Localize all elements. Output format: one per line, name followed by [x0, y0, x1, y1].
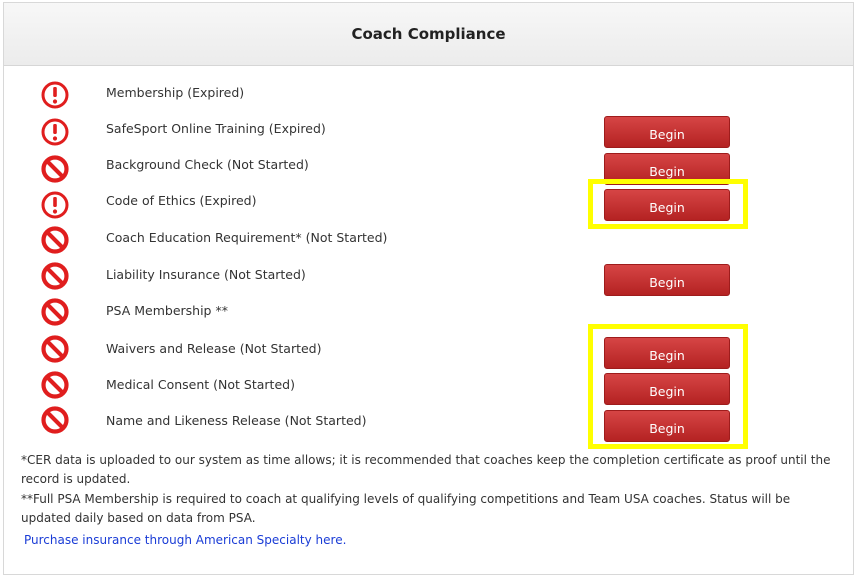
requirement-label: Coach Education Requirement* (Not Starte… — [106, 230, 388, 245]
prohibited-icon — [40, 154, 70, 184]
requirement-label: Liability Insurance (Not Started) — [106, 267, 306, 282]
begin-button[interactable]: Begin — [604, 189, 730, 221]
begin-button[interactable]: Begin — [604, 337, 730, 369]
requirement-label: Waivers and Release (Not Started) — [106, 341, 322, 356]
begin-button[interactable]: Begin — [604, 264, 730, 296]
requirement-label: Name and Likeness Release (Not Started) — [106, 413, 367, 428]
begin-button[interactable]: Begin — [604, 410, 730, 442]
requirement-label: Code of Ethics (Expired) — [106, 193, 257, 208]
purchase-insurance-link[interactable]: Purchase insurance through American Spec… — [24, 533, 346, 547]
exclamation-circle-icon — [40, 190, 70, 220]
prohibited-icon — [40, 334, 70, 364]
prohibited-icon — [40, 225, 70, 255]
requirement-label: Background Check (Not Started) — [106, 157, 309, 172]
exclamation-circle-icon — [40, 80, 70, 110]
prohibited-icon — [40, 261, 70, 291]
panel-header: Coach Compliance — [4, 3, 853, 66]
requirement-label: SafeSport Online Training (Expired) — [106, 121, 326, 136]
prohibited-icon — [40, 370, 70, 400]
begin-button[interactable]: Begin — [604, 373, 730, 405]
requirement-label: Medical Consent (Not Started) — [106, 377, 295, 392]
requirement-label: Membership (Expired) — [106, 85, 245, 100]
prohibited-icon — [40, 297, 70, 327]
requirement-label: PSA Membership ** — [106, 303, 228, 318]
exclamation-circle-icon — [40, 117, 70, 147]
cer-footnote: *CER data is uploaded to our system as t… — [21, 453, 831, 486]
prohibited-icon — [40, 405, 70, 435]
page-title: Coach Compliance — [351, 25, 506, 43]
begin-button[interactable]: Begin — [604, 153, 730, 185]
psa-footnote: **Full PSA Membership is required to coa… — [21, 492, 791, 525]
begin-button[interactable]: Begin — [604, 116, 730, 148]
